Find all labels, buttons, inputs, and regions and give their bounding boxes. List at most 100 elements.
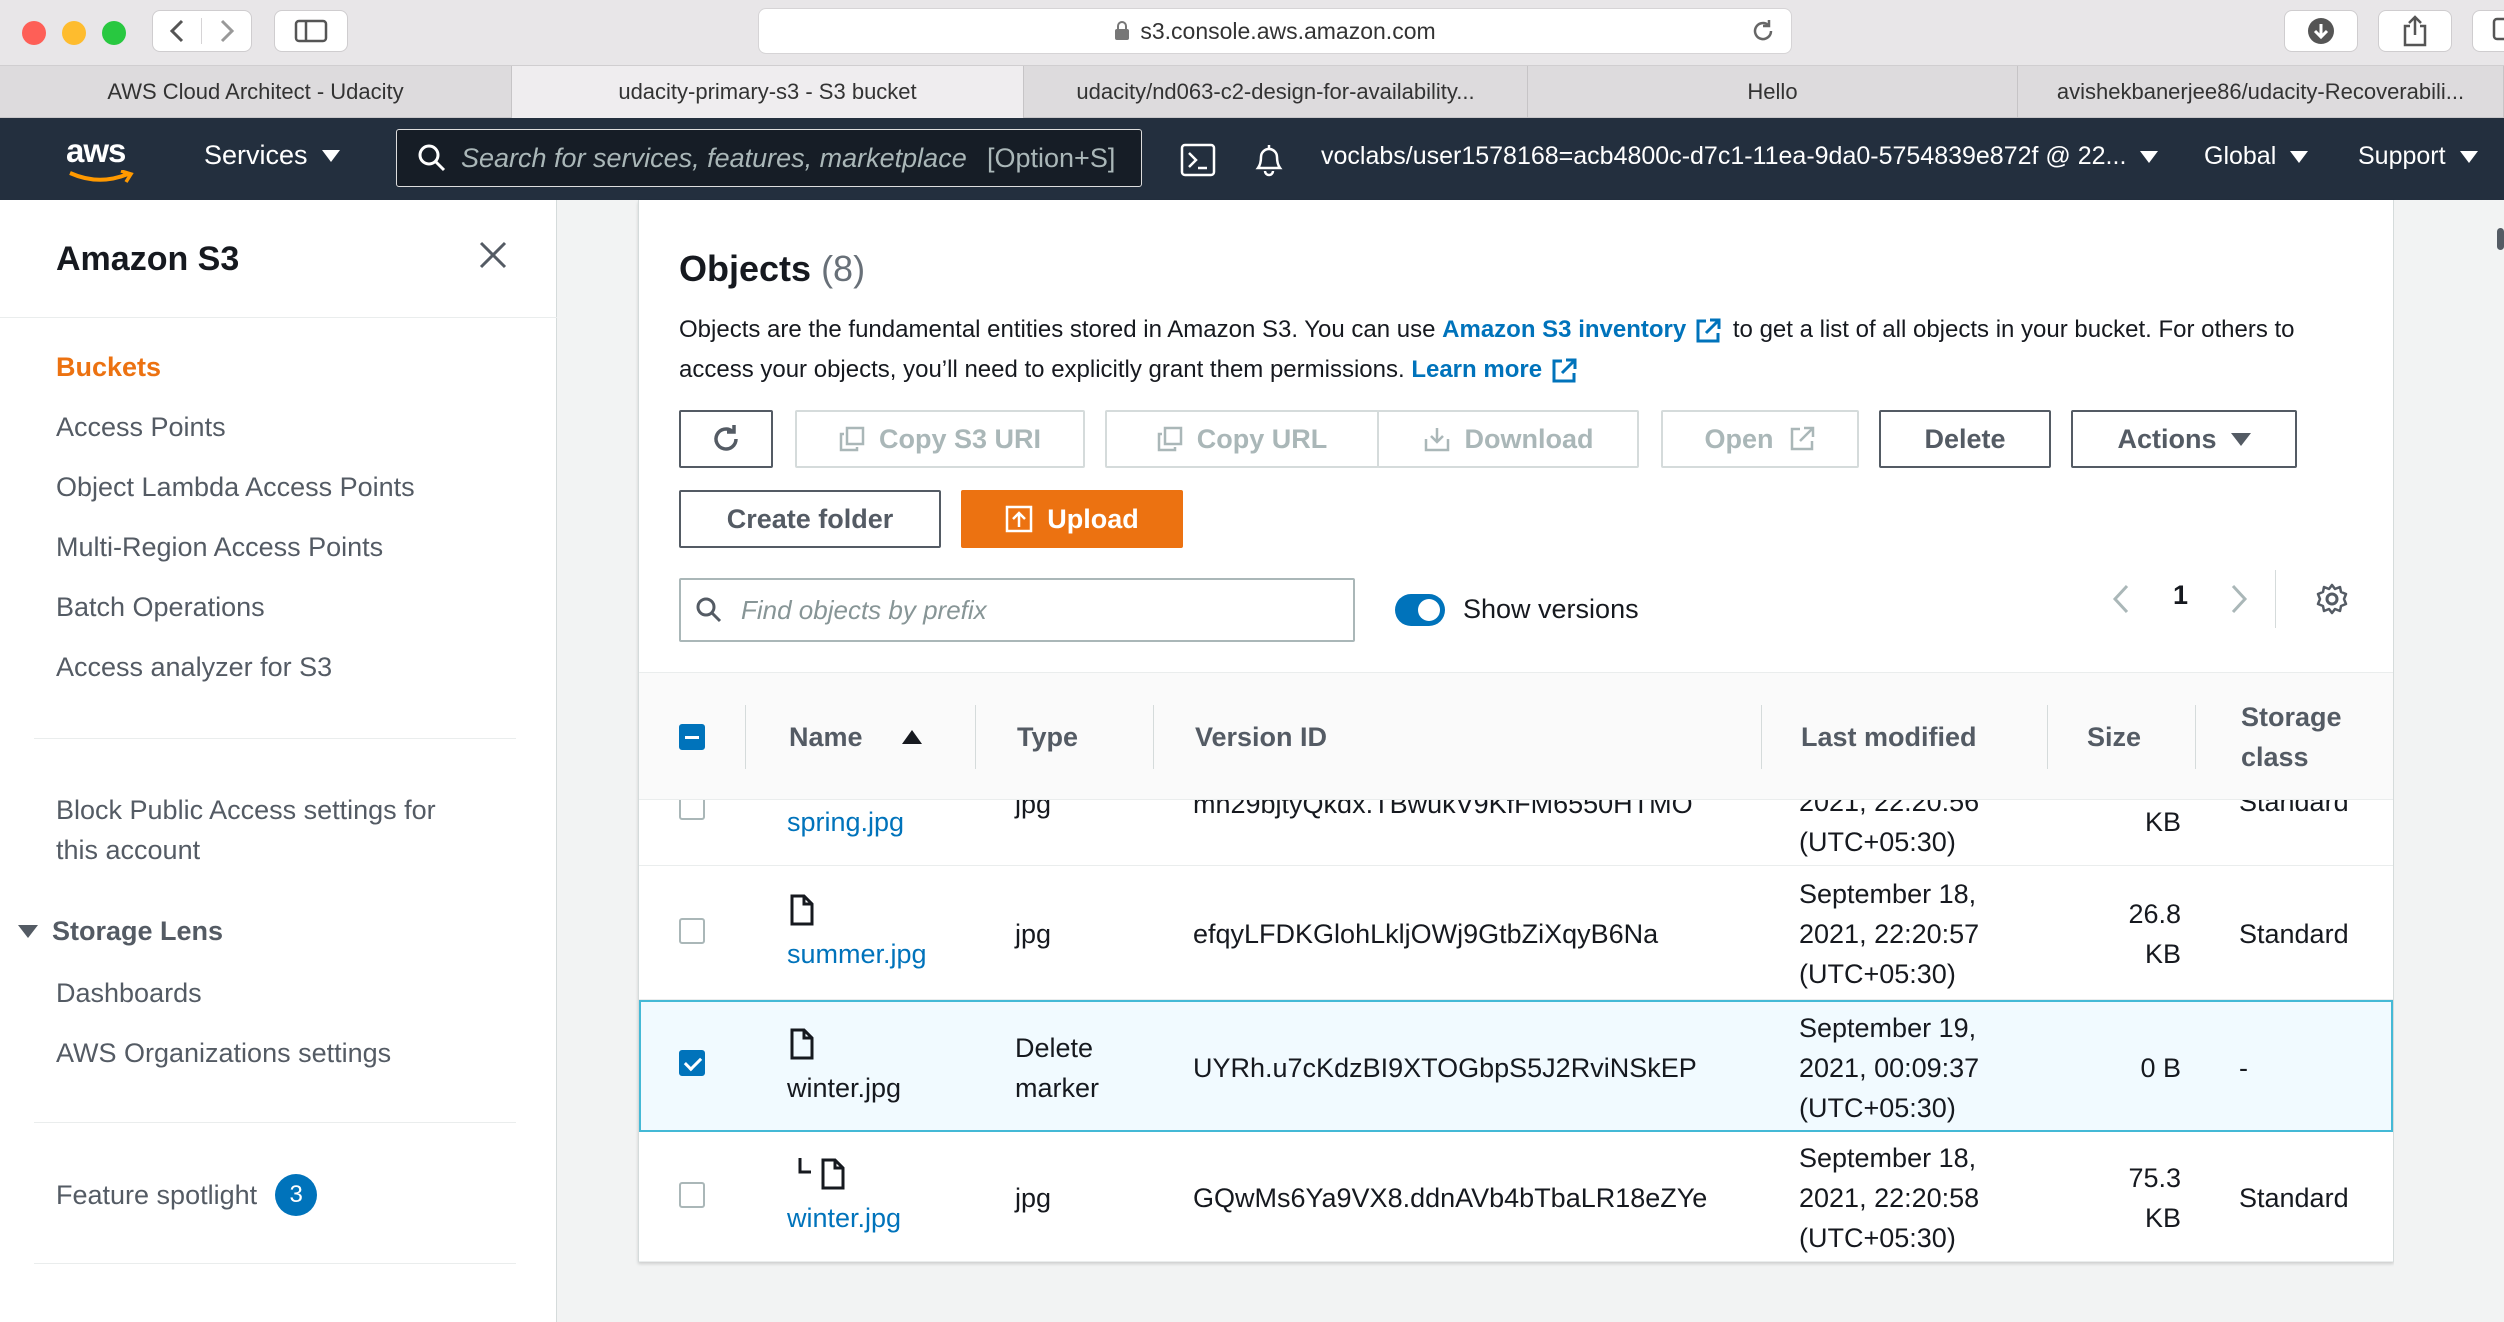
row-checkbox[interactable]	[679, 1050, 705, 1081]
scroll-indicator[interactable]	[2497, 228, 2504, 250]
sidebar-item-buckets[interactable]: Buckets	[56, 352, 161, 383]
table-row[interactable]: spring.jpg jpg mn29bjtyQkdx.TBwukV9KfFM6…	[639, 800, 2393, 866]
sidebar-toggle-button[interactable]	[274, 10, 348, 52]
aws-logo-text: aws	[66, 132, 126, 169]
bell-icon[interactable]	[1252, 142, 1286, 178]
share-button[interactable]	[2378, 10, 2452, 52]
create-folder-button[interactable]: Create folder	[679, 490, 941, 548]
object-size: 75.3	[2128, 1163, 2181, 1193]
close-icon[interactable]	[478, 240, 508, 270]
next-page-icon[interactable]	[2229, 582, 2249, 616]
table-row[interactable]: summer.jpg jpg efqyLFDKGlohLkljOWj9GtbZi…	[639, 866, 2393, 1000]
support-menu[interactable]: Support	[2358, 142, 2478, 171]
sidebar-item-organizations-settings[interactable]: AWS Organizations settings	[56, 1038, 391, 1069]
version-id: UYRh.u7cKdzBI9XTOGbpS5J2RviNSkEP	[1193, 1053, 1697, 1083]
actions-dropdown[interactable]: Actions	[2071, 410, 2297, 468]
show-versions-toggle[interactable]	[1395, 594, 1445, 626]
account-menu[interactable]: voclabs/user1578168=acb4800c-d7c1-11ea-9…	[1321, 142, 2159, 171]
column-label: Version ID	[1195, 721, 1328, 752]
forward-icon[interactable]	[202, 18, 251, 44]
caret-down-icon	[2290, 150, 2309, 163]
address-bar[interactable]: s3.console.aws.amazon.com	[758, 8, 1792, 54]
sidebar-item-batch-operations[interactable]: Batch Operations	[56, 592, 265, 623]
checkbox	[679, 1182, 705, 1208]
previous-page-icon[interactable]	[2111, 582, 2131, 616]
object-type: jpg	[1015, 1183, 1052, 1213]
sidebar-item-block-public-access[interactable]: Block Public Access settings for this ac…	[56, 790, 436, 870]
close-window-button[interactable]	[22, 21, 46, 45]
object-name-link[interactable]: winter.jpg	[787, 1198, 901, 1238]
last-modified: September 18,	[1799, 879, 1977, 909]
divider	[0, 317, 557, 318]
column-header-storage-class[interactable]: Storage class	[2241, 673, 2342, 801]
aws-logo[interactable]: aws	[66, 132, 138, 186]
find-placeholder: Find objects by prefix	[741, 594, 987, 625]
tab-overview-button[interactable]	[2472, 10, 2504, 52]
browser-tab[interactable]: Hello	[1528, 66, 2018, 118]
refresh-button[interactable]	[679, 410, 773, 468]
browser-tab[interactable]: AWS Cloud Architect - Udacity	[0, 66, 512, 118]
region-menu[interactable]: Global	[2204, 142, 2309, 171]
browser-titlebar: s3.console.aws.amazon.com	[0, 0, 2504, 66]
object-name-link[interactable]: spring.jpg	[787, 802, 904, 842]
upload-button[interactable]: Upload	[961, 490, 1183, 548]
zoom-window-button[interactable]	[102, 21, 126, 45]
last-modified: (UTC+05:30)	[1799, 1093, 1956, 1123]
current-page-number[interactable]: 1	[2173, 580, 2188, 611]
reload-icon[interactable]	[1749, 17, 1777, 45]
object-size: 0 B	[2140, 1053, 2181, 1083]
upload-icon	[1006, 505, 1033, 533]
object-size-unit: KB	[2144, 939, 2181, 969]
learn-more-link[interactable]: Learn more	[1411, 356, 1542, 383]
button-label: Open	[1704, 423, 1774, 454]
column-header-last-modified[interactable]: Last modified	[1801, 673, 1977, 801]
s3-inventory-link[interactable]: Amazon S3 inventory	[1442, 316, 1686, 343]
sidebar-item-feature-spotlight[interactable]: Feature spotlight 3	[56, 1174, 318, 1216]
copy-url-button[interactable]: Copy URL	[1105, 410, 1379, 468]
minimize-window-button[interactable]	[62, 21, 86, 45]
services-menu[interactable]: Services	[204, 140, 340, 171]
browser-tab[interactable]: avishekbanerjee86/udacity-Recoverabili..…	[2018, 66, 2504, 118]
select-all-checkbox[interactable]	[679, 673, 705, 801]
object-name-link[interactable]: summer.jpg	[787, 934, 927, 974]
column-label: Last modified	[1801, 721, 1977, 752]
column-header-name[interactable]: Name	[789, 673, 923, 801]
row-checkbox[interactable]	[679, 1182, 705, 1213]
downloads-button[interactable]	[2284, 10, 2358, 52]
row-checkbox[interactable]	[679, 918, 705, 949]
back-icon[interactable]	[153, 18, 203, 44]
table-row[interactable]: winter.jpg jpg GQwMs6Ya9VX8.ddnAVb4bTbaL…	[639, 1132, 2393, 1262]
column-header-type[interactable]: Type	[1017, 673, 1078, 801]
sidebar-item-dashboards[interactable]: Dashboards	[56, 978, 202, 1009]
button-label: Upload	[1047, 503, 1139, 534]
column-header-size[interactable]: Size	[2087, 673, 2141, 801]
account-label: voclabs/user1578168=acb4800c-d7c1-11ea-9…	[1321, 142, 2127, 170]
sidebar-item-object-lambda-access-points[interactable]: Object Lambda Access Points	[56, 472, 415, 503]
browser-tab-active[interactable]: udacity-primary-s3 - S3 bucket	[512, 66, 1024, 118]
last-modified: 2021, 00:09:37	[1799, 1053, 1980, 1083]
services-label: Services	[204, 140, 308, 170]
row-checkbox[interactable]	[679, 800, 705, 825]
download-button[interactable]: Download	[1377, 410, 1639, 468]
show-versions-label: Show versions	[1463, 594, 1639, 624]
tab-label: udacity/nd063-c2-design-for-availability…	[1076, 79, 1475, 104]
sidebar-item-access-points[interactable]: Access Points	[56, 412, 226, 443]
caret-down-icon	[2459, 150, 2478, 163]
table-row-selected[interactable]: winter.jpg Delete marker UYRh.u7cKdzBI9X…	[639, 1000, 2393, 1132]
gear-icon[interactable]	[2315, 582, 2349, 616]
sidebar-item-multi-region-access-points[interactable]: Multi-Region Access Points	[56, 532, 383, 563]
browser-tab[interactable]: udacity/nd063-c2-design-for-availability…	[1024, 66, 1528, 118]
find-objects-input[interactable]: Find objects by prefix	[679, 578, 1355, 642]
objects-panel: Objects (8) Objects are the fundamental …	[638, 200, 2394, 1262]
open-button[interactable]: Open	[1661, 410, 1859, 468]
copy-s3-uri-button[interactable]: Copy S3 URI	[795, 410, 1085, 468]
delete-button[interactable]: Delete	[1879, 410, 2051, 468]
sidebar-section-storage-lens[interactable]: Storage Lens	[18, 916, 223, 947]
last-modified: 2021, 22:20:56	[1799, 800, 1980, 817]
cloudshell-icon[interactable]	[1180, 142, 1216, 178]
global-search-input[interactable]: Search for services, features, marketpla…	[396, 129, 1142, 187]
divider	[34, 738, 516, 739]
column-header-version-id[interactable]: Version ID	[1195, 673, 1327, 801]
sidebar-item-access-analyzer[interactable]: Access analyzer for S3	[56, 652, 332, 683]
checkbox	[679, 918, 705, 944]
